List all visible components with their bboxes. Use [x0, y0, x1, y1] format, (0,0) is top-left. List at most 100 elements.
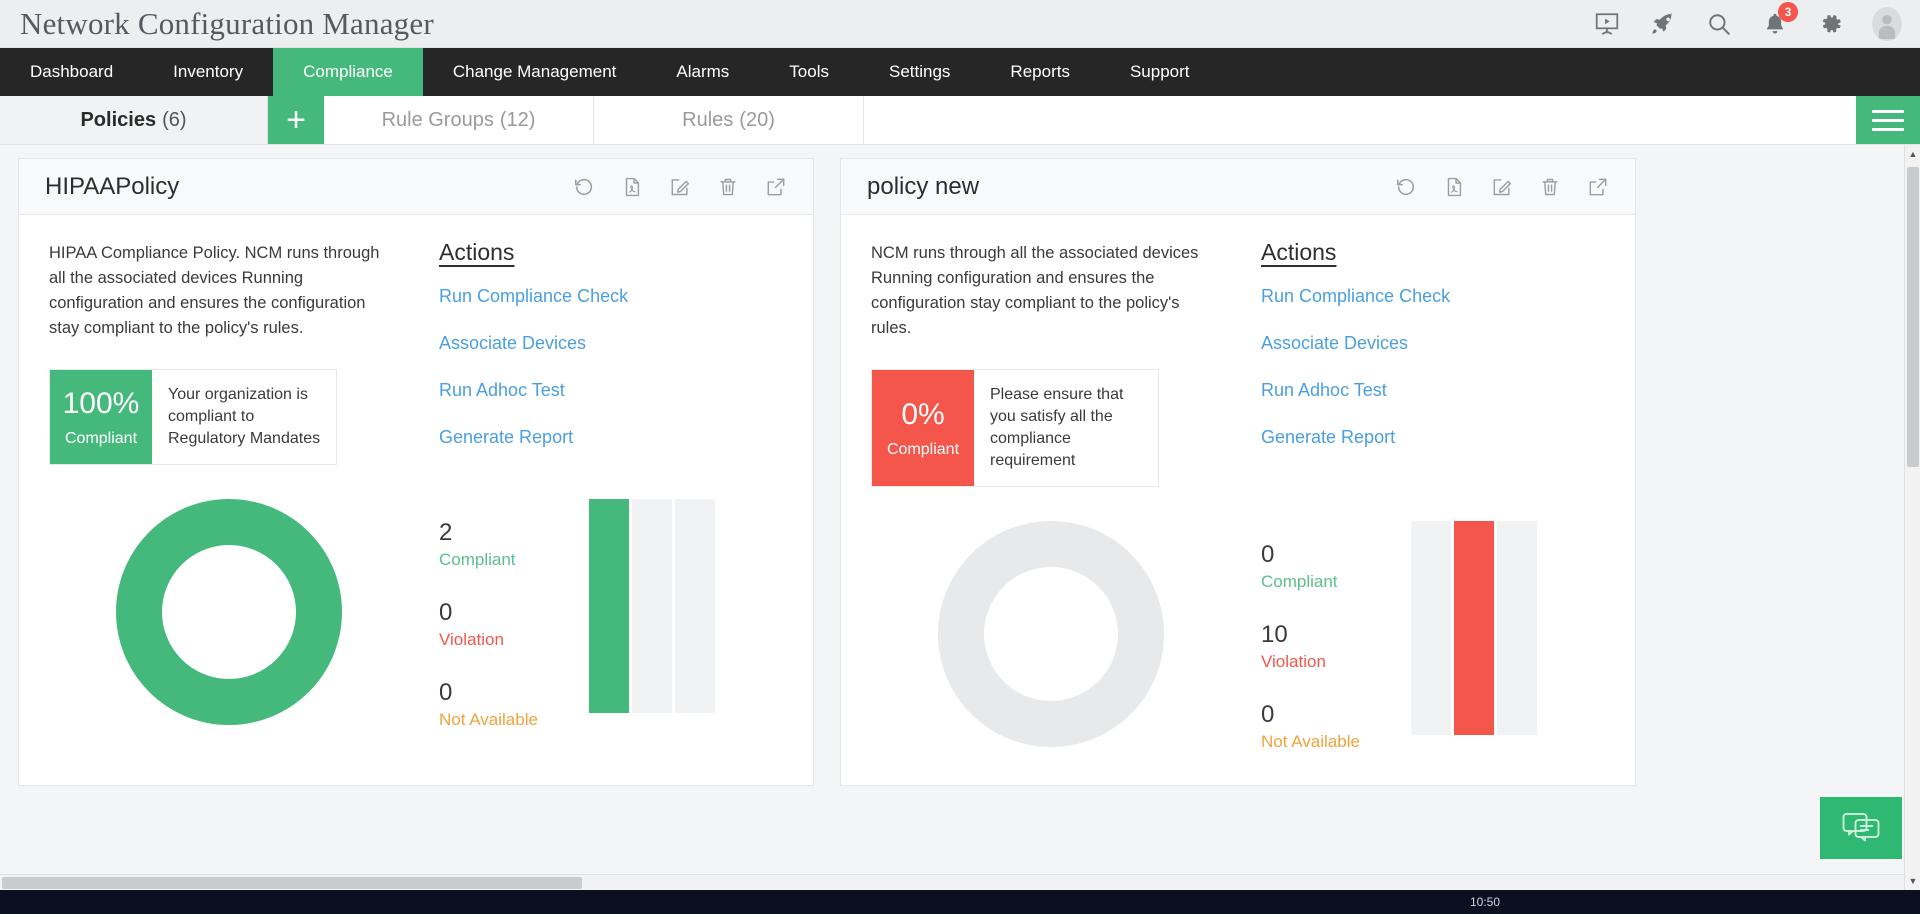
nav-item-tools[interactable]: Tools: [759, 48, 859, 96]
nav-item-support[interactable]: Support: [1100, 48, 1220, 96]
donut-svg: [116, 499, 342, 725]
nav-item-inventory[interactable]: Inventory: [143, 48, 273, 96]
run-compliance-check-link[interactable]: Run Compliance Check: [439, 286, 813, 307]
search-icon[interactable]: [1704, 9, 1734, 39]
compliance-stats: 2 Compliant 0 Violation 0 Not Available: [439, 499, 813, 733]
tab-rules-count: (20): [739, 109, 775, 132]
compliance-percent-label: Compliant: [887, 441, 959, 459]
policy-summary: HIPAA Compliance Policy. NCM runs throug…: [19, 215, 439, 465]
stat-not-available-label: Not Available: [439, 707, 589, 733]
open-external-icon[interactable]: [1585, 174, 1611, 200]
stat-compliant-label: Compliant: [1261, 569, 1411, 595]
stat-violation-value: 0: [439, 599, 589, 627]
gear-icon[interactable]: [1816, 9, 1846, 39]
compliance-message: Your organization is compliant to Regula…: [152, 370, 336, 464]
compliance-percent-label: Compliant: [65, 430, 137, 448]
taskbar-time: 10:50: [1470, 895, 1500, 909]
policy-description: HIPAA Compliance Policy. NCM runs throug…: [49, 241, 385, 341]
menu-hamburger-icon[interactable]: [1856, 96, 1920, 144]
tab-bar-spacer: [864, 96, 1856, 144]
policy-card-header: policy new: [841, 159, 1635, 215]
policy-card-body: HIPAA Compliance Policy. NCM runs throug…: [19, 215, 813, 465]
stat-violation: 10 Violation: [1261, 621, 1411, 675]
system-taskbar: 10:50: [0, 890, 1920, 914]
generate-report-link[interactable]: Generate Report: [439, 427, 813, 448]
policy-card: HIPAAPolicy: [18, 158, 814, 786]
stat-not-available: 0 Not Available: [439, 679, 589, 733]
scroll-down-arrow-icon[interactable]: ▼: [1905, 872, 1920, 890]
tab-rule-groups-count: (12): [500, 109, 536, 132]
nav-item-alarms[interactable]: Alarms: [646, 48, 759, 96]
policy-actions-panel: Actions Run Compliance Check Associate D…: [439, 215, 813, 465]
nav-item-settings[interactable]: Settings: [859, 48, 980, 96]
app-header: Network Configuration Manager: [0, 0, 1920, 48]
policy-card-body: NCM runs through all the associated devi…: [841, 215, 1635, 487]
tab-rules[interactable]: Rules (20): [594, 96, 864, 144]
tab-policies[interactable]: Policies (6): [0, 96, 268, 144]
stat-compliant-value: 2: [439, 519, 589, 547]
compliance-percent-box: 100% Compliant: [50, 370, 152, 464]
stat-not-available: 0 Not Available: [1261, 701, 1411, 755]
main-navigation: Dashboard Inventory Compliance Change Ma…: [0, 48, 1920, 96]
vertical-scrollbar[interactable]: ▲ ▼: [1904, 145, 1920, 890]
horizontal-scrollbar[interactable]: [0, 874, 1904, 890]
edit-icon[interactable]: [667, 174, 693, 200]
avatar: [1872, 7, 1902, 41]
rocket-icon[interactable]: [1648, 9, 1678, 39]
stat-violation-label: Violation: [439, 627, 589, 653]
stat-compliant-label: Compliant: [439, 547, 589, 573]
compliance-stat-list: 2 Compliant 0 Violation 0 Not Available: [439, 499, 589, 733]
presentation-icon[interactable]: [1592, 9, 1622, 39]
tab-policies-count: (6): [162, 109, 186, 132]
nav-item-reports[interactable]: Reports: [980, 48, 1100, 96]
compliance-percent-value: 0%: [901, 397, 944, 433]
stat-not-available-value: 0: [439, 679, 589, 707]
policy-card: policy new: [840, 158, 1636, 786]
history-icon[interactable]: [571, 174, 597, 200]
stat-violation-value: 10: [1261, 621, 1411, 649]
generate-report-link[interactable]: Generate Report: [1261, 427, 1635, 448]
policy-card-header: HIPAAPolicy: [19, 159, 813, 215]
compliance-percent-value: 100%: [63, 386, 140, 422]
bar-compliant: [1411, 521, 1451, 735]
vertical-scrollbar-thumb[interactable]: [1907, 167, 1919, 467]
nav-item-change-management[interactable]: Change Management: [423, 48, 647, 96]
nav-item-compliance[interactable]: Compliance: [273, 48, 423, 96]
stat-not-available-value: 0: [1261, 701, 1411, 729]
pdf-icon[interactable]: [1441, 174, 1467, 200]
history-icon[interactable]: [1393, 174, 1419, 200]
scroll-up-arrow-icon[interactable]: ▲: [1905, 145, 1920, 163]
add-policy-button[interactable]: +: [268, 96, 324, 144]
compliance-status-badge: 100% Compliant Your organization is comp…: [49, 369, 337, 465]
notifications-bell-icon[interactable]: 3: [1760, 9, 1790, 39]
policy-description: NCM runs through all the associated devi…: [871, 241, 1207, 341]
stat-compliant-value: 0: [1261, 541, 1411, 569]
delete-icon[interactable]: [715, 174, 741, 200]
delete-icon[interactable]: [1537, 174, 1563, 200]
compliance-donut-chart: [841, 521, 1261, 747]
run-adhoc-test-link[interactable]: Run Adhoc Test: [1261, 380, 1635, 401]
open-external-icon[interactable]: [763, 174, 789, 200]
stat-compliant: 0 Compliant: [1261, 541, 1411, 595]
compliance-percent-box: 0% Compliant: [872, 370, 974, 486]
pdf-icon[interactable]: [619, 174, 645, 200]
horizontal-scrollbar-thumb[interactable]: [2, 877, 582, 889]
bar-violation: [632, 499, 672, 713]
stat-violation-label: Violation: [1261, 649, 1411, 675]
nav-item-dashboard[interactable]: Dashboard: [0, 48, 143, 96]
run-adhoc-test-link[interactable]: Run Adhoc Test: [439, 380, 813, 401]
bar-compliant: [589, 499, 629, 713]
compliance-donut-chart: [19, 499, 439, 725]
chat-widget-button[interactable]: [1820, 797, 1902, 859]
run-compliance-check-link[interactable]: Run Compliance Check: [1261, 286, 1635, 307]
page-title: Network Configuration Manager: [0, 6, 434, 42]
stat-not-available-label: Not Available: [1261, 729, 1411, 755]
edit-icon[interactable]: [1489, 174, 1515, 200]
compliance-stat-list: 0 Compliant 10 Violation 0 Not Available: [1261, 521, 1411, 755]
associate-devices-link[interactable]: Associate Devices: [1261, 333, 1635, 354]
policy-card-title: HIPAAPolicy: [45, 173, 179, 201]
user-avatar-icon[interactable]: [1872, 9, 1902, 39]
notification-badge: 3: [1778, 2, 1798, 22]
associate-devices-link[interactable]: Associate Devices: [439, 333, 813, 354]
tab-rule-groups[interactable]: Rule Groups (12): [324, 96, 594, 144]
